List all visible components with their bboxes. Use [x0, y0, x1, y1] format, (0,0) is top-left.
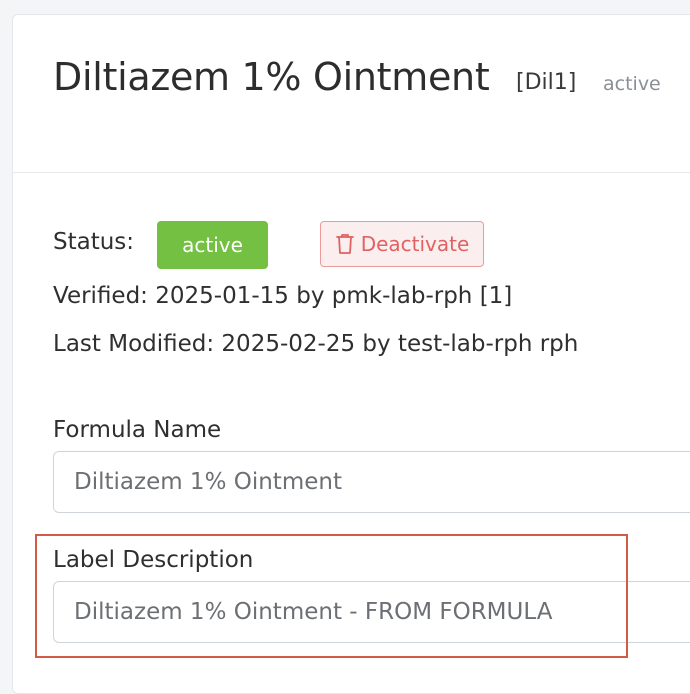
verified-text: Verified: 2025-01-15 by pmk-lab-rph [1]: [53, 283, 513, 309]
formula-code: [Dil1]: [516, 70, 577, 95]
card-header: Diltiazem 1% Ointment [Dil1] active: [13, 15, 690, 173]
page-title: Diltiazem 1% Ointment: [53, 55, 490, 99]
status-label: Status:: [53, 229, 135, 255]
formula-name-label: Formula Name: [53, 417, 222, 443]
status-badge: active: [157, 221, 268, 269]
label-description-input[interactable]: [53, 581, 690, 643]
deactivate-button-label: Deactivate: [360, 232, 470, 256]
last-modified-text: Last Modified: 2025-02-25 by test-lab-rp…: [53, 331, 579, 357]
deactivate-button[interactable]: Deactivate: [320, 221, 484, 267]
trash-icon: [335, 232, 355, 256]
label-description-label: Label Description: [53, 547, 254, 573]
header-status-text: active: [603, 73, 661, 95]
formula-card: Diltiazem 1% Ointment [Dil1] active Stat…: [12, 14, 690, 694]
formula-name-input[interactable]: [53, 451, 690, 513]
